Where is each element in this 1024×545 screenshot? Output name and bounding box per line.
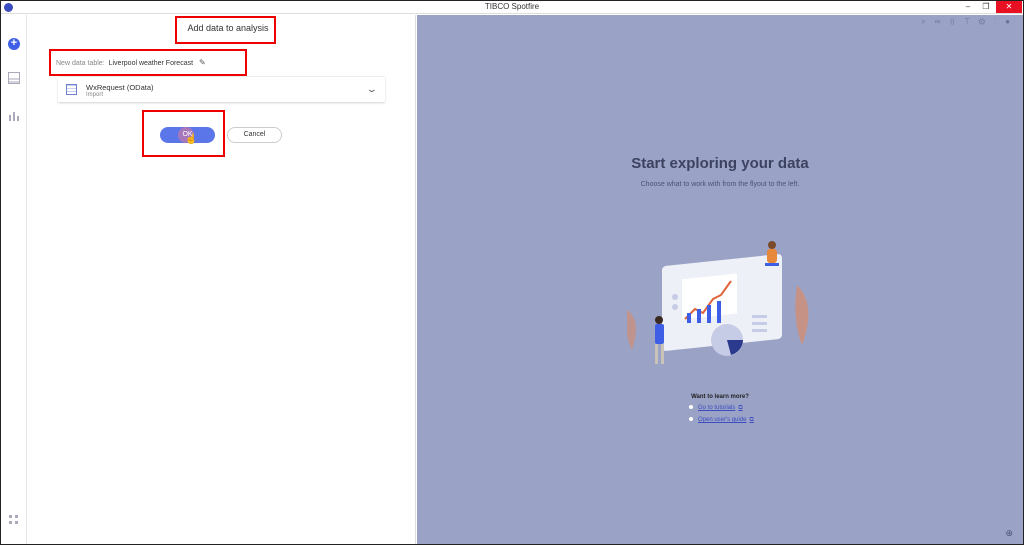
tutorials-link[interactable]: Go to tutorials ⧉ [689, 405, 743, 412]
analysis-canvas: ⌕∞▯⊤⚙⋮● Start exploring your data Choose… [417, 15, 1023, 544]
start-subheading: Choose what to work with from the flyout… [640, 181, 800, 188]
minimize-button[interactable]: – [961, 1, 975, 13]
add-data-flyout: Add data to analysis New data table: Liv… [28, 15, 416, 544]
link-icon[interactable]: ∞ [935, 17, 950, 26]
search-icon[interactable]: ⌕ [921, 17, 934, 26]
left-rail: + [1, 15, 27, 544]
data-source-card[interactable]: WxRequest (OData) Import ⌄ [58, 76, 385, 102]
external-link-icon: ⧉ [738, 405, 743, 411]
chevron-down-icon[interactable]: ⌄ [366, 84, 378, 95]
settings-icon[interactable]: ⚙ [979, 17, 994, 26]
data-canvas-icon[interactable] [8, 513, 20, 525]
notification-icon[interactable]: ● [1005, 17, 1019, 26]
user-guide-link[interactable]: Open user's guide ⧉ [689, 417, 754, 424]
user-guide-link-label: Open user's guide [698, 417, 747, 423]
explore-illustration [627, 241, 809, 364]
title-bar: TIBCO Spotfire – ❐ ✕ [1, 1, 1023, 14]
external-link-icon: ⧉ [749, 417, 754, 423]
play-icon [689, 405, 693, 409]
source-action: Import [86, 92, 104, 98]
learn-more-heading: Want to learn more? [691, 394, 749, 400]
cancel-button[interactable]: Cancel [227, 127, 282, 143]
window-title: TIBCO Spotfire [484, 2, 540, 11]
annotation-box-table-name [49, 49, 247, 76]
data-table-icon[interactable] [8, 72, 20, 84]
table-source-icon [66, 84, 77, 95]
filter-icon[interactable]: ⊤ [964, 17, 978, 26]
close-button[interactable]: ✕ [996, 1, 1022, 13]
tutorials-link-label: Go to tutorials [698, 405, 736, 411]
start-heading: Start exploring your data [631, 155, 809, 172]
more-icon[interactable]: ⋮ [994, 17, 1005, 26]
visualization-icon[interactable] [8, 109, 20, 121]
top-toolbar: ⌕∞▯⊤⚙⋮● [921, 17, 1019, 29]
ok-label: OK [182, 131, 193, 138]
bookmark-icon[interactable]: ▯ [949, 17, 964, 26]
source-name: WxRequest (OData) [86, 83, 154, 92]
book-icon [689, 417, 693, 421]
app-window: TIBCO Spotfire – ❐ ✕ + Add data to analy… [0, 0, 1024, 545]
globe-icon[interactable]: ⊕ [1005, 528, 1013, 539]
add-icon[interactable]: + [8, 38, 20, 50]
annotation-box-title [175, 16, 276, 44]
maximize-button[interactable]: ❐ [979, 1, 993, 13]
